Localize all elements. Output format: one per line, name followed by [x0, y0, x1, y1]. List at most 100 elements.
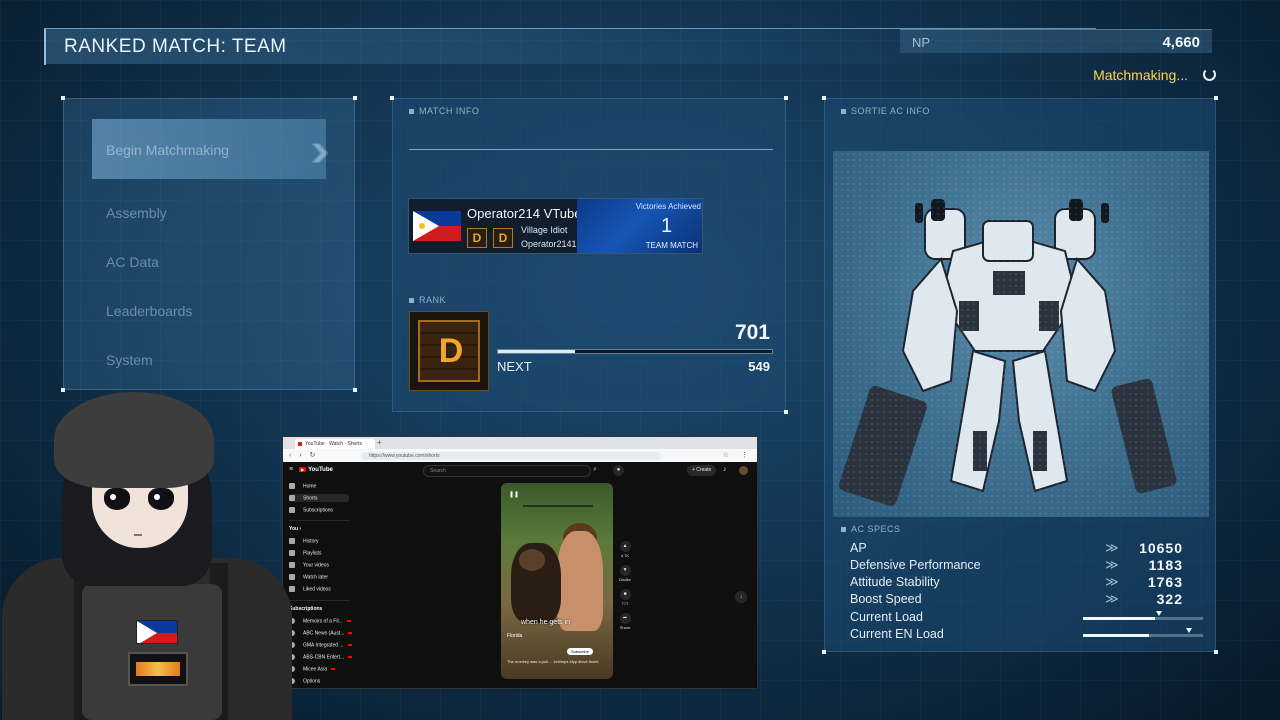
chevron-right-icon: ≫	[1105, 540, 1119, 555]
corner-marker	[822, 96, 826, 100]
rank-letter: D	[438, 332, 464, 370]
create-button[interactable]: + Create	[687, 465, 717, 476]
next-points: 549	[748, 359, 770, 374]
corner-marker	[1214, 650, 1218, 654]
search-icon[interactable]: ⌕	[593, 466, 597, 474]
corner-marker	[784, 96, 788, 100]
load-bar-fill	[1083, 617, 1155, 620]
victories-panel: Victories Achieved 1 TEAM MATCH	[577, 199, 702, 253]
dislike-icon: ▼	[619, 565, 631, 576]
load-bar-fill	[1083, 634, 1149, 637]
channel-name[interactable]: Florida	[507, 633, 522, 639]
sortie-ac-info-panel: SORTIE AC INFO AC SPECS AP ≫ 10650 Defen…	[822, 96, 1218, 654]
spec-value: 10650	[1139, 540, 1183, 556]
video-person	[557, 531, 603, 631]
avatar-eye	[104, 488, 130, 510]
browser-controls-icon[interactable]: ☆ ⋮	[723, 451, 753, 459]
spec-label: Defensive Performance	[850, 558, 981, 572]
corner-marker	[61, 96, 65, 100]
match-info-panel: MATCH INFO Operator214 VTuber D D Villag…	[390, 96, 788, 414]
loading-spinner-icon	[1203, 68, 1216, 81]
rank-points: 701	[734, 321, 770, 344]
address-bar[interactable]: https://www.youtube.com/shorts	[361, 452, 661, 460]
avatar[interactable]	[739, 466, 748, 475]
browser-toolbar: ‹ › ↻ https://www.youtube.com/shorts ☆ ⋮	[283, 449, 757, 462]
player-card: Operator214 VTuber D D Village Idiot Ope…	[408, 198, 703, 254]
video-caption	[523, 505, 593, 507]
subscribe-button[interactable]: Subscribe	[567, 648, 593, 655]
new-tab-icon[interactable]: +	[377, 438, 382, 447]
chevron-right-icon: ≫	[1105, 574, 1119, 589]
victories-label: Victories Achieved	[635, 202, 701, 211]
next-video-arrow-icon[interactable]: ↓	[735, 591, 747, 603]
load-limit-marker	[1185, 628, 1192, 633]
vtuber-avatar	[0, 388, 300, 720]
np-value: 4,660	[1162, 34, 1200, 51]
like-button[interactable]: ▲ 4.7K	[617, 541, 633, 558]
philippines-flag-icon	[413, 211, 461, 241]
pause-icon[interactable]: ❚❚	[509, 491, 519, 498]
menu-item-system[interactable]: System	[106, 352, 153, 368]
rank-emblem-icon: D	[418, 320, 480, 382]
youtube-logo[interactable]: YouTube	[299, 467, 333, 473]
next-label: NEXT	[497, 359, 532, 374]
menu-item-assembly[interactable]: Assembly	[106, 205, 167, 221]
helmet-icon	[54, 392, 214, 488]
like-icon: ▲	[619, 541, 631, 552]
rank-label: RANK	[409, 295, 446, 305]
spec-row-defensive-performance: Defensive Performance ≫ 1183	[833, 557, 1205, 575]
victories-count: 1	[661, 215, 673, 237]
divider	[409, 149, 773, 150]
np-display: NP 4,660	[900, 29, 1212, 53]
rank-badge-icon: D	[493, 228, 513, 248]
main-menu: Begin Matchmaking ››› Assembly AC Data L…	[61, 96, 357, 392]
dislike-button[interactable]: ▼ Dislike	[617, 565, 633, 582]
menu-item-ac-data[interactable]: AC Data	[106, 254, 159, 270]
np-label: NP	[912, 35, 931, 50]
sortie-ac-info-label: SORTIE AC INFO	[841, 106, 930, 116]
spec-label: Boost Speed	[850, 592, 922, 606]
player-name: Operator214 VTuber	[467, 206, 586, 221]
corner-marker	[353, 96, 357, 100]
chevron-right-icon: ≫	[1105, 557, 1119, 572]
corner-marker	[1214, 96, 1218, 100]
avatar-mouth	[134, 534, 142, 536]
mech-illustration	[839, 199, 1177, 507]
spec-value: 322	[1156, 591, 1183, 607]
shorts-video-player[interactable]: ❚❚ when he gets in Florida Subscribe The…	[501, 483, 613, 679]
browser-window: YouTube · Watch · Shorts + ‹ › ↻ https:/…	[282, 436, 758, 689]
matchmaking-status: Matchmaking...	[1093, 67, 1188, 83]
search-input[interactable]: Search	[423, 465, 591, 477]
video-subtitle: when he gets in	[521, 619, 571, 626]
corner-marker	[784, 410, 788, 414]
share-button[interactable]: ➦ Share	[617, 613, 633, 630]
youtube-header: ≡ YouTube Search ⌕ ● + Create ♪	[283, 462, 757, 480]
rank-progress-fill	[498, 350, 575, 353]
notification-bell-icon[interactable]: ♪	[723, 466, 727, 473]
corner-marker	[353, 388, 357, 392]
spec-row-current-load: Current Load	[833, 610, 1205, 627]
load-limit-marker	[1155, 611, 1162, 616]
spec-label: Current Load	[850, 610, 923, 624]
rank-badge-icon: D	[467, 228, 487, 248]
spec-value: 1763	[1147, 574, 1183, 590]
chevron-right-icon: ≫	[1105, 591, 1119, 606]
vest-patch-icon	[128, 652, 188, 686]
microphone-icon[interactable]: ●	[613, 465, 624, 476]
rank-emblem: D	[409, 311, 489, 391]
menu-item-leaderboards[interactable]: Leaderboards	[106, 303, 192, 319]
corner-marker	[822, 650, 826, 654]
video-description: The monkey was a poll ... #chimps #fyp #…	[507, 659, 599, 664]
philippines-flag-patch-icon	[136, 620, 178, 644]
spec-row-current-en-load: Current EN Load	[833, 627, 1205, 644]
browser-tab[interactable]: YouTube · Watch · Shorts	[295, 439, 375, 449]
menu-item-begin-matchmaking[interactable]: Begin Matchmaking ›››	[92, 119, 330, 179]
page-title: RANKED MATCH: TEAM	[64, 36, 287, 57]
spec-label: AP	[850, 541, 867, 555]
video-chimp-face	[519, 549, 545, 571]
match-mode: TEAM MATCH	[645, 241, 698, 250]
rank-progress-bar	[497, 349, 773, 354]
comment-button[interactable]: ■ 777	[617, 589, 633, 606]
spec-row-attitude-stability: Attitude Stability ≫ 1763	[833, 574, 1205, 592]
corner-marker	[390, 96, 394, 100]
